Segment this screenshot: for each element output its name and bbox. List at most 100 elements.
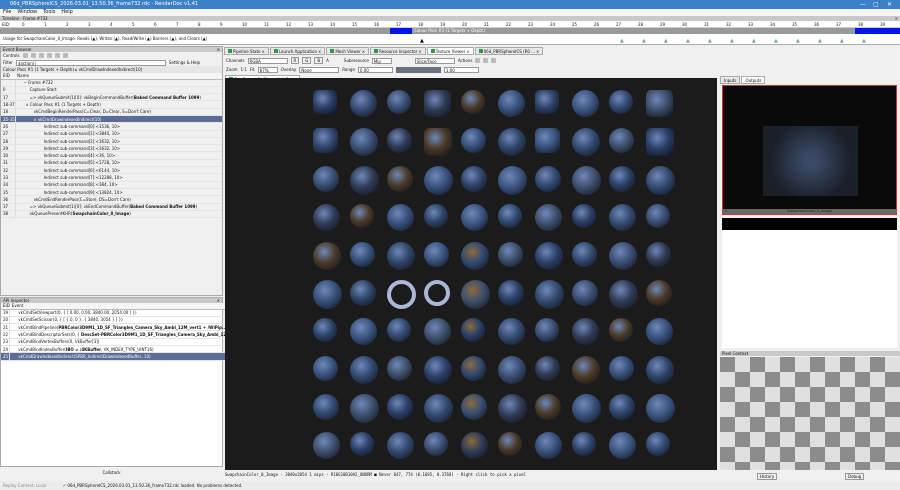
table-row[interactable]: 35 Indirect sub-command[9]:<13824, 10> <box>1 188 222 197</box>
goto-icon[interactable] <box>483 58 489 63</box>
settings-help-button[interactable]: Settings & Help <box>169 60 200 65</box>
channel-a-toggle[interactable]: A <box>326 58 329 63</box>
time-icon[interactable] <box>46 53 52 58</box>
usage-marker-icon[interactable]: ▲ <box>664 38 668 44</box>
channel-b-toggle[interactable]: B <box>314 57 324 64</box>
close-icon[interactable]: × <box>466 49 469 54</box>
pixel-context-view[interactable] <box>720 357 900 470</box>
tab-3[interactable]: Resource Inspector × <box>370 47 426 55</box>
callstack-toggle[interactable]: Callstack <box>0 470 223 480</box>
expand-icon[interactable] <box>30 53 36 58</box>
maximize-button[interactable]: ▢ <box>873 0 879 9</box>
table-row[interactable]: 18-37 ∨ Colour Pass #1 (1 Targets + Depth… <box>1 100 222 109</box>
close-icon[interactable]: × <box>318 49 321 54</box>
table-row[interactable]: 37 => vkQueueSubmit(1)[0]: vkEndCommandBu… <box>1 203 222 211</box>
tab-0[interactable]: Pipeline State × <box>224 47 269 55</box>
texture-canvas[interactable] <box>225 78 717 470</box>
close-icon[interactable]: × <box>217 47 220 52</box>
tab-4[interactable]: Texture Viewer × <box>426 47 474 55</box>
table-row[interactable]: 31 Indirect sub-command[5]:<1728, 10> <box>1 159 222 168</box>
menu-file[interactable]: File <box>3 9 11 15</box>
overlay-select[interactable]: None <box>299 66 340 73</box>
tab-2[interactable]: Mesh Viewer × <box>326 47 370 55</box>
channel-g-toggle[interactable]: G <box>302 57 312 64</box>
range-min-input[interactable]: 0.00 <box>357 66 393 73</box>
tab-outputs[interactable]: Outputs <box>741 76 766 84</box>
depth-thumbnail[interactable] <box>722 218 897 348</box>
pass-marker[interactable] <box>855 28 900 34</box>
table-row[interactable]: 22 vkCmdBindDescriptorSets(0, { DescSet-P… <box>1 330 231 339</box>
close-icon[interactable]: × <box>262 49 265 54</box>
menu-window[interactable]: Window <box>17 9 37 15</box>
tab-1[interactable]: Launch Application × <box>269 47 326 55</box>
table-row[interactable]: 26 Indirect sub-command[0]:<1536, 10> <box>1 122 222 131</box>
pass-marker[interactable] <box>390 28 412 34</box>
channels-select[interactable]: RGBA <box>247 57 288 64</box>
tab-5[interactable]: 06d_PBRSphereICS (R0 ... × <box>474 47 544 55</box>
mip-select[interactable]: Mip <box>371 57 392 64</box>
usage-marker-icon[interactable]: ▲ <box>752 38 756 44</box>
close-icon[interactable]: × <box>418 49 421 54</box>
save-icon[interactable] <box>475 58 481 63</box>
usage-marker-icon[interactable]: ▲ <box>686 38 690 44</box>
table-row[interactable]: 33 Indirect sub-command[7]:<12288, 10> <box>1 173 222 182</box>
menu-tools[interactable]: Tools <box>43 9 55 15</box>
zoom-1to1-button[interactable]: 1:1 <box>241 67 247 72</box>
event-tree[interactable]: EID Name − Frame #732 0 Capture Start 17 => vk… <box>1 73 222 219</box>
column-eid[interactable]: EID <box>1 303 10 310</box>
table-row[interactable]: 18 vkCmdBeginRenderPass(C=Clear, D=Clear,… <box>1 108 222 117</box>
table-row[interactable]: 32 Indirect sub-command[6]:<6144, 10> <box>1 166 222 175</box>
api-call-list[interactable]: EID Event 19 vkCmdSetViewport(0, { [ 0.00, … <box>1 303 231 361</box>
table-row[interactable]: 34 Indirect sub-command[8]:<384, 10> <box>1 181 222 189</box>
timeline-ticks[interactable]: EID: 0 1 2 3 4 5 6 7 8 9 10 11 12 13 14 15 16 17 18 19 20 21 22… <box>0 21 900 28</box>
table-row[interactable]: 29 Indirect sub-command[3]:<1632, 10> <box>1 144 222 153</box>
usage-marker-icon[interactable]: ▲ <box>862 38 866 44</box>
range-slider[interactable] <box>395 66 441 73</box>
table-row[interactable]: 36 vkCmdEndRenderPass(C=Store, DS=Don't C… <box>1 195 222 204</box>
zoom-select[interactable]: 87% <box>257 66 278 73</box>
filter-input[interactable]: $action() <box>15 59 166 66</box>
table-row[interactable]: 21 vkCmdBindPipeline(PBRColor3D9M1_1D_SF_… <box>1 323 231 332</box>
bookmark-icon[interactable] <box>54 53 60 58</box>
table-row[interactable]: 23 vkCmdBindVertexBuffers(0, VkBuffer[3]) <box>1 338 231 347</box>
usage-marker-icon[interactable]: ▲ <box>796 38 800 44</box>
table-row[interactable]: 25 vkCmdDrawIndexedIndirect(SPBR_Indirect… <box>1 352 231 361</box>
usage-marker-icon[interactable]: ▲ <box>620 38 624 44</box>
table-row[interactable]: 30 Indirect sub-command[4]:<36, 10> <box>1 151 222 160</box>
slice-select[interactable]: Slice/Face <box>414 57 455 64</box>
collapse-icon[interactable] <box>22 53 28 58</box>
debug-button[interactable]: Debug <box>845 473 865 480</box>
table-row[interactable]: 38 vkQueuePresentKHR(SwapchainColor_0_Ima… <box>1 210 222 219</box>
table-row[interactable]: 19 vkCmdSetViewport(0, { [ 0.00, 0.00, 38… <box>1 309 231 317</box>
table-row[interactable]: 25-35 ∨ vkCmdDrawIndexedIndirect(10) <box>1 115 222 124</box>
menu-help[interactable]: Help <box>61 9 72 15</box>
channel-r-toggle[interactable]: R <box>290 57 300 64</box>
table-row[interactable]: 24 vkCmdBindIndexBuffer(IBO = /4KBuffer, … <box>1 345 231 354</box>
table-row[interactable]: 28 Indirect sub-command[2]:<1632, 10> <box>1 137 222 146</box>
close-icon[interactable]: × <box>362 49 365 54</box>
fit-button[interactable]: Fit <box>250 67 255 72</box>
find-icon[interactable] <box>38 53 44 58</box>
close-icon[interactable]: × <box>536 49 539 54</box>
usage-marker-icon[interactable]: ▲ <box>708 38 712 44</box>
usage-marker-icon[interactable]: ▲ <box>840 38 844 44</box>
table-row[interactable]: 20 vkCmdSetScissor(0, { [ { 0, 0 }, { 384… <box>1 316 231 325</box>
table-row[interactable]: − Frame #732 <box>1 79 222 87</box>
usage-marker-icon[interactable]: ▲ <box>730 38 734 44</box>
open-icon[interactable] <box>491 58 497 63</box>
usage-marker-icon[interactable]: ▲ <box>774 38 778 44</box>
minimize-button[interactable]: — <box>860 0 866 9</box>
close-button[interactable]: ✕ <box>887 0 892 9</box>
range-max-input[interactable]: 1.00 <box>443 66 479 73</box>
table-row[interactable]: 0 Capture Start <box>1 86 222 95</box>
close-icon[interactable]: × <box>217 298 220 303</box>
breadcrumb[interactable]: Colour Pass #1 (1 Targets + Depth) ▸ vkC… <box>1 66 222 73</box>
tab-inputs[interactable]: Inputs <box>720 76 741 84</box>
export-icon[interactable] <box>62 53 68 58</box>
table-row[interactable]: 27 Indirect sub-command[1]:<3840, 10> <box>1 130 222 138</box>
usage-marker-icon[interactable]: ▲ <box>818 38 822 44</box>
usage-marker-icon[interactable]: ▲ <box>642 38 646 44</box>
table-row[interactable]: 17 => vkQueueSubmit(1)[0]: vkBeginCommand… <box>1 93 222 102</box>
output-thumbnail[interactable]: 0 SwapchainColor_0_Image <box>722 85 897 215</box>
history-button[interactable]: History <box>757 473 778 480</box>
